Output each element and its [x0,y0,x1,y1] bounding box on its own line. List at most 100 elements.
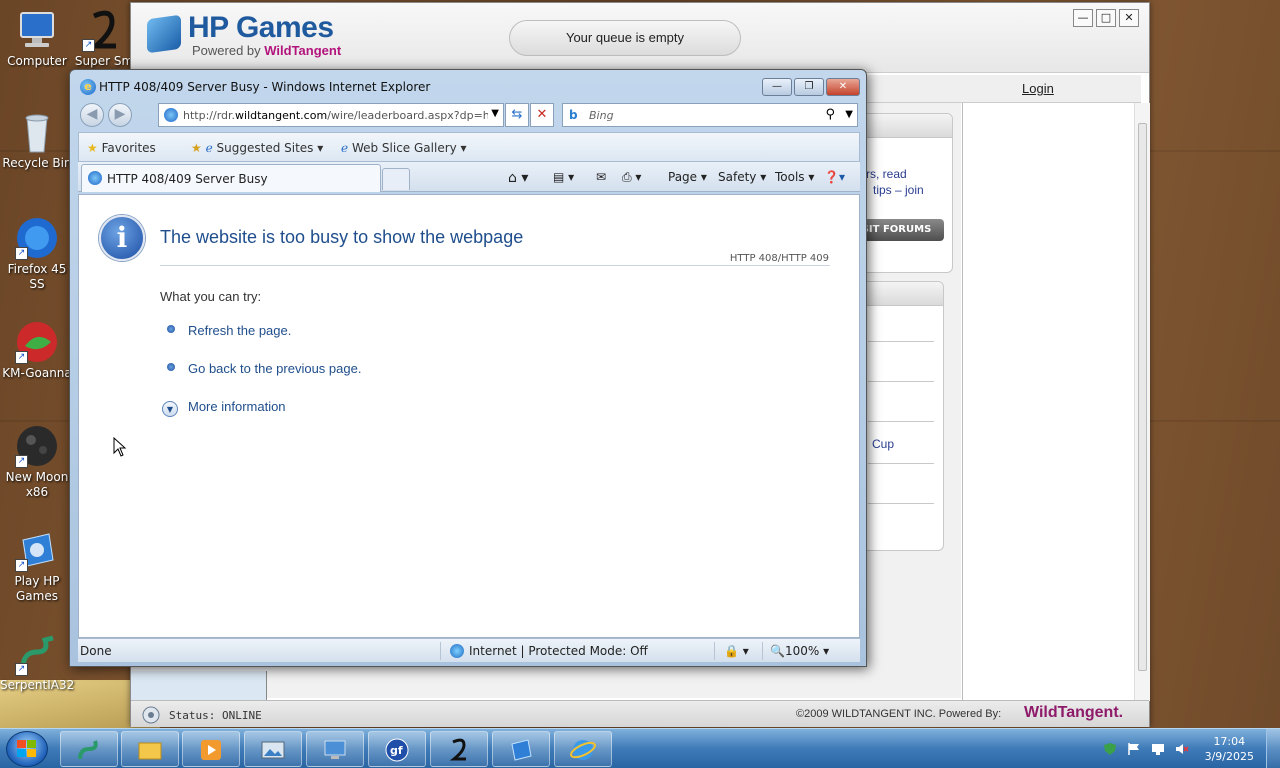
security-zone[interactable]: Internet | Protected Mode: Off [469,644,648,658]
taskbar-picture-viewer[interactable] [244,731,302,767]
zoom-control[interactable]: 🔍100% ▾ [770,644,829,658]
go-back-link[interactable]: Go back to the previous page. [188,361,361,376]
new-moon-icon: ↗ [15,424,59,468]
mail-icon[interactable]: ✉ [596,170,606,184]
hp-scrollbar[interactable] [1134,103,1150,701]
page-menu[interactable]: Page ▾ [668,170,707,184]
home-icon[interactable]: ⌂ ▾ [508,170,528,186]
gf-icon: gf [384,737,410,763]
ie-window-title: HTTP 408/409 Server Busy - Windows Inter… [99,80,431,94]
search-icon[interactable]: ⚲ [825,107,835,122]
favorites-button[interactable]: ★ Favorites [87,141,156,155]
taskbar: gf 17:04 3/9/2025 [0,728,1280,768]
media-player-icon [198,737,224,763]
tab-bar: HTTP 408/409 Server Busy ⌂ ▾ ▤ ▾ ✉ ⎙ ▾ P… [78,162,860,192]
protected-mode-icon[interactable]: 🔒 ▾ [724,644,749,658]
hp-title: HP Games [188,11,334,44]
divider [868,341,934,342]
expand-icon[interactable]: ▼ [162,401,178,417]
ie-minimize-button[interactable]: — [762,78,792,96]
help-icon[interactable]: ❓▾ [824,170,845,184]
desktop-icon-km-goanna[interactable]: ↗ KM-Goanna [0,320,74,381]
scrollbar-thumb[interactable] [1138,123,1147,671]
folder-icon [137,737,163,763]
start-button[interactable] [6,731,48,767]
search-box[interactable]: b Bing ⚲ ▼ [562,103,858,127]
hp-left-box [131,671,267,701]
taskbar-gf[interactable]: gf [368,731,426,767]
refresh-icon[interactable]: ⇆ [505,103,529,127]
search-placeholder: Bing [589,109,614,122]
taskbar-hp-games[interactable] [492,731,550,767]
address-domain: wildtangent.com [235,109,328,122]
page-icon [164,108,178,122]
address-rest: /wire/leaderboard.aspx?dp=hp [327,109,488,122]
queue-status[interactable]: Your queue is empty [509,20,741,56]
tab-active[interactable]: HTTP 408/409 Server Busy [81,164,381,192]
stop-icon[interactable]: ✕ [530,103,554,127]
page-menu-label: Page [668,170,698,184]
status-bar: Done Internet | Protected Mode: Off 🔒 ▾ … [78,638,860,662]
tab-title: HTTP 408/409 Server Busy [107,172,268,186]
print-icon[interactable]: ⎙ ▾ [622,170,641,185]
ie-page-icon: ℯ [341,141,349,155]
desktop-icon-firefox[interactable]: ↗ Firefox 45 SS [0,216,74,292]
picture-viewer-icon [260,737,286,763]
feeds-icon[interactable]: ▤ ▾ [553,170,574,184]
copyright: ©2009 WILDTANGENT INC. Powered By: [796,708,1002,720]
favorites-label: Favorites [101,141,156,155]
desktop-icon-new-moon[interactable]: ↗ New Moon x86 [0,424,74,500]
security-shield-icon[interactable] [1103,742,1117,756]
login-link[interactable]: Login [1022,81,1054,96]
taskbar-media-player[interactable] [182,731,240,767]
taskbar-super-sm[interactable] [430,731,488,767]
desktop-icon-label: Recycle Bin [2,156,72,170]
action-center-flag-icon[interactable] [1127,742,1141,756]
super-smash-icon: ↗ [82,8,126,52]
desktop-icon-play-hp-games[interactable]: ↗ Play HP Games [0,528,74,604]
hp-column-divider [962,103,963,701]
ie-close-button[interactable]: ✕ [826,78,860,96]
more-information-link[interactable]: More information [188,399,286,414]
ie-window: e HTTP 408/409 Server Busy - Windows Int… [69,69,867,667]
desktop-icon-recycle-bin[interactable]: Recycle Bin [0,110,74,171]
tray-clock[interactable]: 17:04 3/9/2025 [1205,734,1254,764]
back-button[interactable]: ◀ [80,103,104,127]
address-prefix: http://rdr. [183,109,236,122]
tools-menu[interactable]: Tools ▾ [775,170,814,184]
ie-maximize-button[interactable]: ❐ [794,78,824,96]
maximize-button[interactable]: □ [1096,9,1116,27]
close-button[interactable]: ✕ [1119,9,1139,27]
desktop-icon-label: Firefox 45 SS [7,262,67,291]
bullet-icon [167,363,175,371]
serpent-icon [76,737,102,763]
svg-text:gf: gf [390,744,403,757]
taskbar-internet-explorer[interactable] [554,731,612,767]
forward-button[interactable]: ▶ [108,103,132,127]
web-slice-gallery-button[interactable]: ℯ Web Slice Gallery ▾ [341,141,467,155]
network-tray-icon[interactable] [1151,742,1165,756]
hp-header: HP Games Powered by WildTangent Your que… [131,3,1149,73]
panel-item-cup[interactable]: Cup [872,437,894,451]
new-tab-button[interactable] [382,168,410,190]
show-desktop-button[interactable] [1266,729,1280,768]
address-text[interactable]: http://rdr.wildtangent.com/wire/leaderbo… [183,109,488,122]
suggested-sites-button[interactable]: ★ ℯ Suggested Sites ▾ [191,141,323,155]
desktop-icon-computer[interactable]: Computer [0,8,74,69]
address-dropdown-icon[interactable]: ▼ [491,108,499,119]
safety-menu[interactable]: Safety ▾ [718,170,766,184]
minimize-button[interactable]: — [1073,9,1093,27]
wildtangent-logo: WildTangent. [1024,704,1124,721]
volume-muted-icon[interactable] [1175,742,1189,756]
search-dropdown-icon[interactable]: ▼ [845,109,853,120]
taskbar-explorer[interactable] [121,731,179,767]
error-code: HTTP 408/HTTP 409 [729,253,829,264]
favorites-bar: ★ Favorites ★ ℯ Suggested Sites ▾ ℯ Web … [78,132,860,162]
desktop-icon-serpent[interactable]: ↗ SerpentIA32 [0,632,74,693]
add-favorite-icon: ★ [191,141,202,155]
what-you-can-try: What you can try: [160,289,262,304]
taskbar-serpent[interactable] [60,731,118,767]
refresh-page-link[interactable]: Refresh the page. [188,323,291,338]
taskbar-network[interactable] [306,731,364,767]
address-bar[interactable]: http://rdr.wildtangent.com/wire/leaderbo… [158,103,504,127]
